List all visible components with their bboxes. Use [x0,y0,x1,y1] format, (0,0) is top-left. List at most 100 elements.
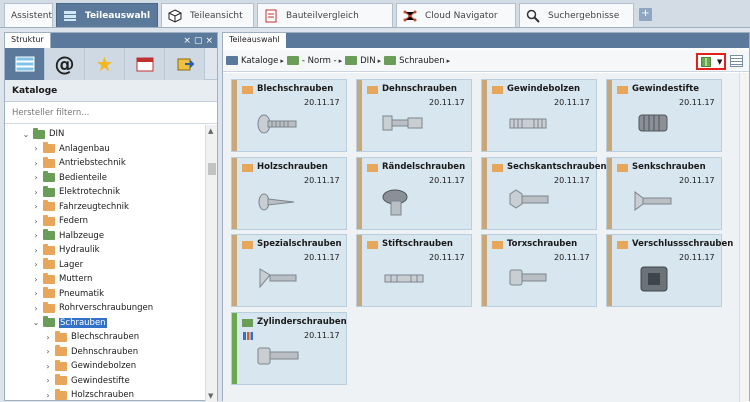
tree-item[interactable]: › Bedienteile [31,171,107,185]
status-strip [357,157,362,229]
part-card[interactable]: Gewindebolzen 20.11.17 [481,79,597,152]
grid-scrollbar[interactable] [739,73,749,402]
pin-icon[interactable]: × [183,36,191,46]
chevron-right-icon[interactable]: › [31,275,41,284]
breadcrumb-item[interactable]: Kataloge ▸ [226,56,284,66]
tree-item-label: Elektrotechnik [59,187,121,197]
chevron-right-icon[interactable]: › [31,246,41,255]
part-card-date: 20.11.17 [554,98,590,107]
tree-item[interactable]: › Dehnschrauben [43,345,138,359]
folder-icon [367,163,378,172]
scroll-up-icon[interactable]: ▲ [208,127,213,135]
chevron-right-icon[interactable]: › [31,217,41,226]
chevron-down-icon[interactable]: ⌄ [21,130,31,139]
at-sign-button[interactable]: @ [45,48,85,80]
tree-item[interactable]: › Holzschrauben [43,388,134,402]
export-button[interactable] [165,48,205,80]
part-card-date: 20.11.17 [304,98,340,107]
tree-item[interactable]: › Rohrverschraubungen [31,301,153,315]
tree-item[interactable]: › Anlagenbau [31,142,110,156]
part-card-title: Spezialschrauben [257,239,342,249]
tree-item[interactable]: › Halbzeuge [31,229,104,243]
tree-item[interactable]: › Antriebstechnik [31,156,126,170]
breadcrumb-item[interactable]: - Norm - ▸ [286,55,342,66]
part-card-title: Stiftschrauben [382,239,453,249]
tree-item[interactable]: › Lager [31,258,83,272]
wood-screw-icon [256,188,300,216]
tree-item[interactable]: › Hydraulik [31,243,100,257]
tree-item[interactable]: › Federn [31,214,88,228]
part-card[interactable]: Zylinderschrauben 20.11.17 [231,311,347,385]
folder-icon [33,127,45,139]
tab-cloud-navigator[interactable]: Cloud Navigator [396,3,516,27]
chevron-right-icon[interactable]: › [43,362,53,371]
maximize-icon[interactable]: ▢ [194,36,203,46]
chevron-right-icon[interactable]: › [43,376,53,385]
tree-item[interactable]: › Gewindestifte [43,374,130,388]
set-screw-icon [631,110,675,138]
chevron-right-icon[interactable]: › [31,144,41,153]
tree-scrollbar[interactable]: ▲ ▼ [205,125,217,402]
tab-assistent[interactable]: Assistent [4,3,53,27]
tab-suchergebnisse[interactable]: Suchergebnisse [519,3,634,27]
part-card[interactable]: Holzschrauben 20.11.17 [231,156,347,230]
calendar-button[interactable] [125,48,165,80]
chevron-right-icon[interactable]: › [43,347,53,356]
tree-item[interactable]: ⌄ Schrauben [31,316,107,330]
tree-item[interactable]: ⌄ DIN [21,127,64,141]
tree-item[interactable]: › Pneumatik [31,287,104,301]
breadcrumb-label: DIN [360,55,376,66]
part-card[interactable]: Blechschrauben 20.11.17 [231,79,347,152]
part-card[interactable]: Stiftschrauben 20.11.17 [356,234,472,307]
list-view-button[interactable] [730,55,743,67]
chevron-right-icon[interactable]: › [43,391,53,400]
tab-bauteilvergleich[interactable]: Bauteilvergleich [257,3,393,27]
add-tab-button[interactable]: + [639,8,652,21]
scroll-down-icon[interactable]: ▼ [208,392,213,400]
chevron-right-icon[interactable]: › [31,173,41,182]
part-card[interactable]: Torxschrauben 20.11.17 [481,234,597,307]
part-card-title: Rändelschrauben [382,161,466,172]
tree-item[interactable]: › Muttern [31,272,92,286]
close-icon[interactable]: × [205,36,213,46]
chevron-right-icon[interactable]: › [31,231,41,240]
chevron-right-icon[interactable]: › [31,159,41,168]
folder-icon [242,318,253,327]
tree-item[interactable]: › Fahrzeugtechnik [31,200,129,214]
part-card[interactable]: Verschlussschrauben 20.11.17 [606,234,733,307]
chevron-right-icon[interactable]: › [31,260,41,269]
part-card-title: Gewindebolzen [507,84,581,94]
part-card[interactable]: Spezialschrauben 20.11.17 [231,234,347,307]
view-mode-button[interactable]: ▼ [696,53,726,70]
breadcrumb-item[interactable]: Schrauben ▸ [384,56,450,66]
chevron-down-icon[interactable]: ⌄ [31,318,41,327]
scroll-thumb[interactable] [208,163,216,175]
manufacturer-filter-input[interactable]: Hersteller filtern... [5,102,217,124]
part-card[interactable]: Senkschrauben 20.11.17 [606,156,722,230]
status-strip [232,312,237,384]
breadcrumb-label: - Norm - [301,55,337,66]
tree-item[interactable]: › Blechschrauben [43,330,139,344]
chevron-right-icon[interactable]: › [43,333,53,342]
chevron-right-icon[interactable]: › [31,289,41,298]
part-card[interactable]: Dehnschrauben 20.11.17 [356,79,472,152]
tree-item-label: Dehnschrauben [71,346,139,357]
part-card[interactable]: Rändelschrauben 20.11.17 [356,156,472,230]
chevron-right-icon[interactable]: › [31,304,41,313]
part-card-title: Blechschrauben [257,84,334,94]
status-strip [232,157,237,229]
folder-icon [55,388,67,400]
tree-item[interactable]: › Elektrotechnik [31,185,120,199]
part-card[interactable]: Sechskantschrauben 20.11.17 [481,156,607,230]
chevron-right-icon[interactable]: › [31,202,41,211]
tab-teileauswahl[interactable]: Teileauswahl [56,3,158,27]
part-card[interactable]: Gewindestifte 20.11.17 [606,79,722,152]
tree-item-label: Holzschrauben [71,390,135,400]
tree-item[interactable]: › Gewindebolzen [43,359,136,373]
chevron-right-icon[interactable]: › [31,188,41,197]
tab-teileansicht[interactable]: Teileansicht [161,3,254,27]
favorites-button[interactable]: ★ [85,48,125,80]
folder-icon [242,163,253,172]
breadcrumb-item[interactable]: DIN ▸ [345,56,381,66]
catalog-tree-button[interactable] [5,48,45,80]
